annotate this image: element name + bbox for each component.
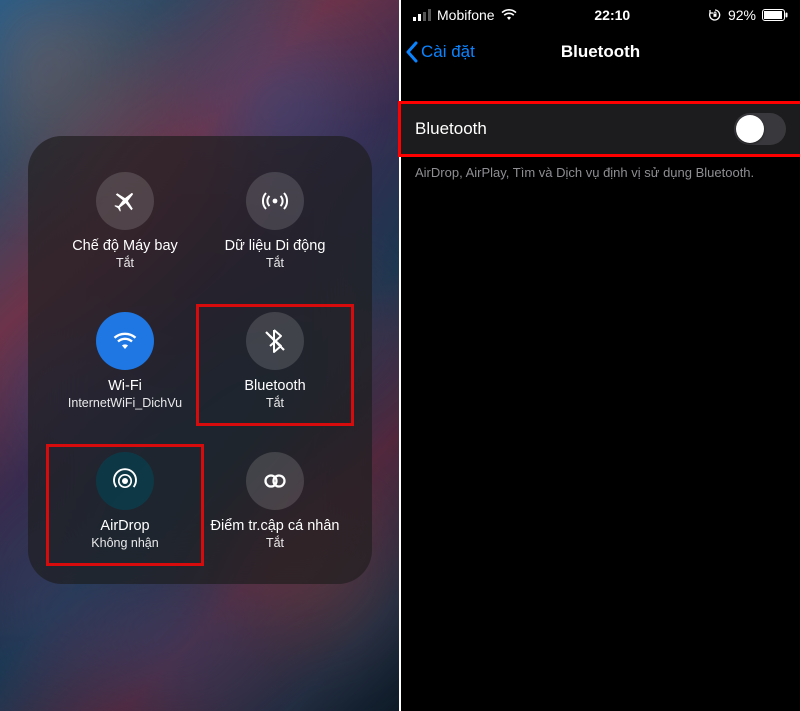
toggle-knob: [736, 115, 764, 143]
bluetooth-off-icon: [246, 312, 304, 370]
bluetooth-label: Bluetooth: [415, 119, 487, 139]
wifi-title: Wi-Fi: [108, 378, 142, 394]
battery-icon: [762, 9, 788, 21]
status-bar: Mobifone 22:10 92%: [401, 0, 800, 30]
airdrop-title: AirDrop: [100, 518, 149, 534]
wifi-icon: [501, 9, 517, 21]
back-label: Cài đặt: [421, 42, 475, 62]
airplane-tile[interactable]: Chế độ Máy bay Tắt: [50, 166, 200, 278]
hotspot-title: Điểm tr.cập cá nhân: [211, 518, 340, 534]
airplane-icon: [96, 172, 154, 230]
carrier-label: Mobifone: [437, 7, 495, 23]
orientation-lock-icon: [708, 8, 722, 22]
settings-bluetooth-screen: Mobifone 22:10 92% Cài đặt Bluetooth Blu: [399, 0, 800, 711]
cellular-title: Dữ liệu Di động: [225, 238, 326, 254]
airdrop-subtitle: Không nhận: [91, 536, 158, 550]
bluetooth-row: Bluetooth: [401, 104, 800, 154]
control-center-screen: Chế độ Máy bay Tắt Dữ liệu Di động Tắt Wi-Fi…: [0, 0, 399, 711]
cellular-icon: [246, 172, 304, 230]
hotspot-tile[interactable]: Điểm tr.cập cá nhân Tắt: [200, 446, 350, 558]
airplane-title: Chế độ Máy bay: [72, 238, 178, 254]
wifi-subtitle: InternetWiFi_DichVu: [68, 396, 182, 410]
clock-label: 22:10: [594, 7, 630, 23]
wifi-tile[interactable]: Wi-Fi InternetWiFi_DichVu: [50, 306, 200, 418]
chevron-left-icon: [405, 41, 419, 63]
hotspot-subtitle: Tắt: [266, 536, 284, 550]
nav-bar: Cài đặt Bluetooth: [401, 30, 800, 74]
bluetooth-subtitle: Tắt: [266, 396, 284, 410]
back-button[interactable]: Cài đặt: [401, 41, 481, 63]
airdrop-icon: [96, 452, 154, 510]
hotspot-icon: [246, 452, 304, 510]
cellular-subtitle: Tắt: [266, 256, 284, 270]
bluetooth-toggle[interactable]: [734, 113, 786, 145]
connectivity-panel: Chế độ Máy bay Tắt Dữ liệu Di động Tắt Wi-Fi…: [28, 136, 372, 584]
battery-pct-label: 92%: [728, 7, 756, 23]
cellular-tile[interactable]: Dữ liệu Di động Tắt: [200, 166, 350, 278]
wifi-icon: [96, 312, 154, 370]
airplane-subtitle: Tắt: [116, 256, 134, 270]
airdrop-tile[interactable]: AirDrop Không nhận: [50, 446, 200, 558]
bluetooth-title: Bluetooth: [244, 378, 305, 394]
bluetooth-tile[interactable]: Bluetooth Tắt: [200, 306, 350, 418]
signal-icon: [413, 9, 431, 21]
bluetooth-footer-text: AirDrop, AirPlay, Tìm và Dịch vụ định vị…: [401, 154, 800, 192]
